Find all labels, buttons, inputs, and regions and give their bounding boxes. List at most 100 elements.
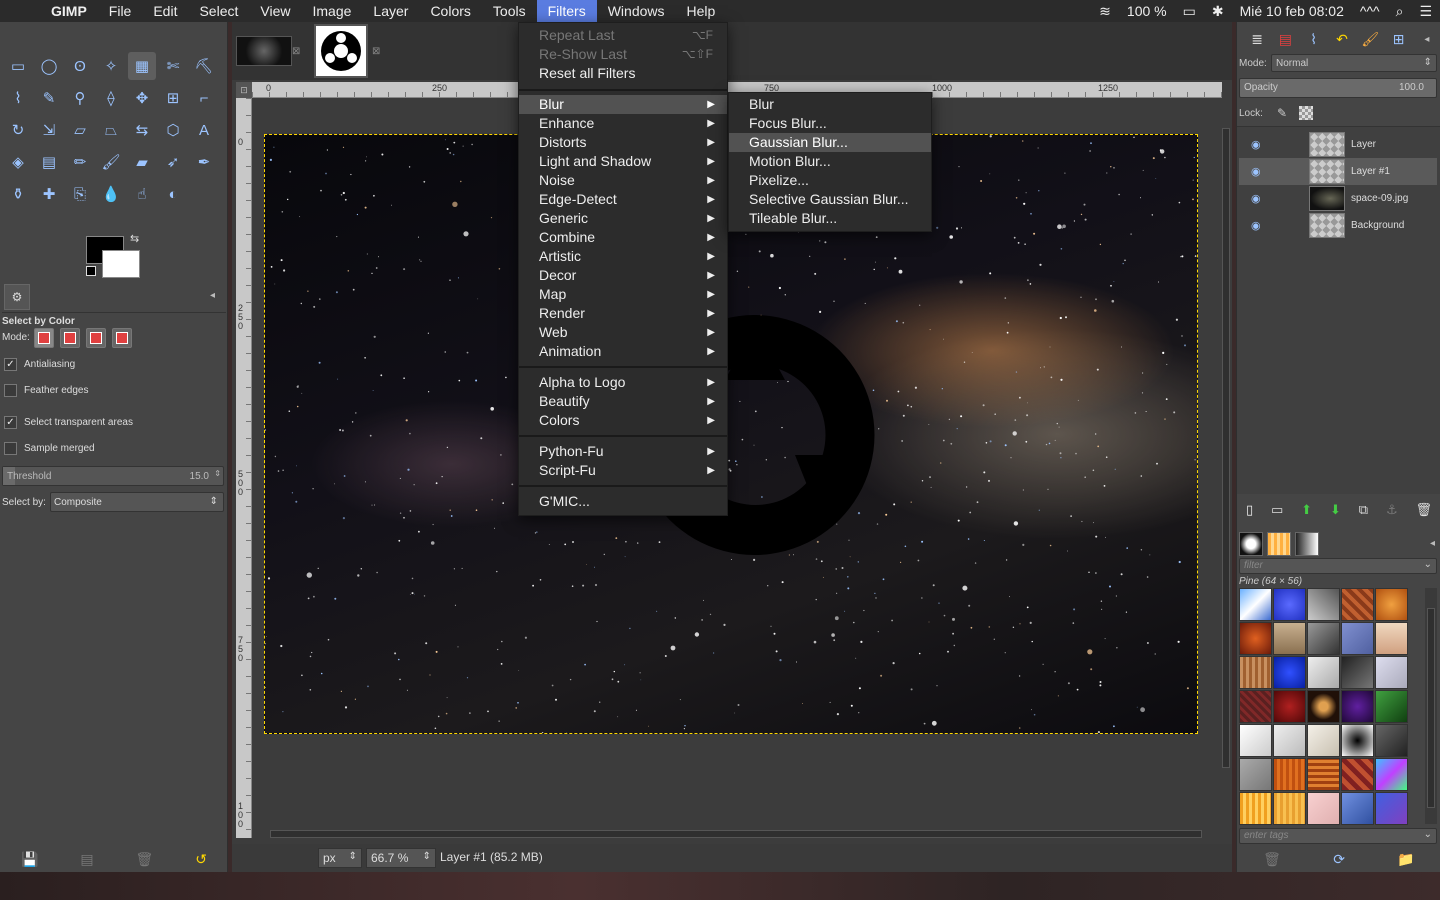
menu-file[interactable]: File [98, 0, 143, 22]
visibility-eye-icon[interactable]: ◉ [1251, 192, 1261, 205]
pattern-swatch[interactable] [1273, 588, 1306, 621]
vertical-scrollbar[interactable] [1220, 98, 1232, 838]
menu-item-blur[interactable]: Blur ▶ [519, 95, 727, 114]
menu-view[interactable]: View [249, 0, 301, 22]
menu-colors[interactable]: Colors [419, 0, 481, 22]
menu-item-combine[interactable]: Combine ▶ [519, 228, 727, 247]
raise-layer-icon[interactable]: ⬆ [1301, 502, 1312, 518]
select-transparent-checkbox[interactable]: ✓ [4, 416, 17, 429]
antialiasing-checkbox[interactable]: ✓ [4, 358, 17, 371]
pattern-swatch[interactable] [1239, 690, 1272, 723]
tags-input[interactable]: enter tags ⌄ [1239, 828, 1437, 844]
menu-item-python-fu[interactable]: Python-Fu ▶ [519, 442, 727, 461]
perspective-clone-icon[interactable]: ⎘ [66, 180, 94, 208]
close-tab-icon[interactable]: ⊠ [372, 46, 380, 57]
menu-item-tileable-blur[interactable]: Tileable Blur... [729, 209, 931, 228]
zoom-selector[interactable]: 66.7 % ⇕ [366, 848, 436, 868]
pattern-swatch[interactable] [1239, 792, 1272, 825]
menu-edit[interactable]: Edit [142, 0, 188, 22]
menu-item-script-fu[interactable]: Script-Fu ▶ [519, 461, 727, 480]
sample-merged-checkbox[interactable] [4, 442, 17, 455]
menu-item-colors[interactable]: Colors ▶ [519, 411, 727, 430]
menu-item-selective-gaussian-blur[interactable]: Selective Gaussian Blur... [729, 190, 931, 209]
open-folder-icon[interactable]: 📁 [1397, 851, 1414, 868]
scale-icon[interactable]: ⇲ [35, 116, 63, 144]
quick-mask-toggle-icon[interactable]: ⊡ [236, 82, 252, 98]
color-picker-icon[interactable]: ✎ [35, 84, 63, 112]
menu-item-gaussian-blur[interactable]: Gaussian Blur... [729, 133, 931, 152]
spotlight-icon[interactable]: ⌕ [1388, 3, 1412, 20]
pattern-swatch[interactable] [1239, 588, 1272, 621]
restore-options-icon[interactable]: ▤ [80, 851, 93, 868]
opacity-slider[interactable]: Opacity 100.0 [1239, 78, 1437, 98]
feather-edges-row[interactable]: Feather edges [4, 384, 89, 397]
pattern-swatch[interactable] [1273, 690, 1306, 723]
sample-merged-row[interactable]: Sample merged [4, 442, 95, 455]
menu-item-animation[interactable]: Animation ▶ [519, 342, 727, 361]
pattern-swatch[interactable] [1307, 792, 1340, 825]
blur-sharpen-icon[interactable]: 💧 [97, 180, 125, 208]
channels-tab-icon[interactable]: ▤ [1271, 31, 1299, 48]
notification-center-icon[interactable]: ☰ [1411, 3, 1440, 20]
menu-item-edge-detect[interactable]: Edge-Detect ▶ [519, 190, 727, 209]
threshold-spinner-icon[interactable]: ⇕ [214, 469, 221, 478]
pattern-swatch[interactable] [1307, 622, 1340, 655]
menu-item-blur-basic[interactable]: Blur [729, 95, 931, 114]
pattern-swatch[interactable] [1239, 724, 1272, 757]
shear-icon[interactable]: ▱ [66, 116, 94, 144]
swap-colors-icon[interactable]: ⇆ [130, 232, 139, 245]
pattern-swatch[interactable] [1375, 724, 1408, 757]
clock[interactable]: Mié 10 feb 08:02 [1232, 3, 1352, 19]
pattern-swatch[interactable] [1273, 724, 1306, 757]
dodge-burn-icon[interactable]: ◐ [159, 180, 187, 208]
pattern-swatch[interactable] [1273, 656, 1306, 689]
pattern-swatch[interactable] [1341, 758, 1374, 791]
pattern-swatch[interactable] [1307, 758, 1340, 791]
menu-item-distorts[interactable]: Distorts ▶ [519, 133, 727, 152]
brushes-tab-icon[interactable]: 🖌 [1356, 31, 1384, 48]
image-tab-space[interactable] [236, 36, 292, 66]
eraser-icon[interactable]: ▰ [128, 148, 156, 176]
select-transparent-row[interactable]: ✓ Select transparent areas [4, 416, 133, 429]
menu-item-motion-blur[interactable]: Motion Blur... [729, 152, 931, 171]
pattern-swatch[interactable] [1273, 792, 1306, 825]
menu-item-enhance[interactable]: Enhance ▶ [519, 114, 727, 133]
menu-item-gmic[interactable]: G'MIC... [519, 492, 727, 511]
menu-item-generic[interactable]: Generic ▶ [519, 209, 727, 228]
antialiasing-row[interactable]: ✓ Antialiasing [4, 358, 75, 371]
battery-percent[interactable]: 100 % [1119, 3, 1175, 19]
align-icon[interactable]: ⊞ [159, 84, 187, 112]
bluetooth-icon[interactable]: ✱ [1204, 3, 1232, 20]
smudge-icon[interactable]: ☝ [128, 180, 156, 208]
pattern-swatch[interactable] [1307, 656, 1340, 689]
tool-presets-tab-icon[interactable]: ⊞ [1384, 31, 1412, 48]
menu-item-light-and-shadow[interactable]: Light and Shadow ▶ [519, 152, 727, 171]
flip-icon[interactable]: ⇆ [128, 116, 156, 144]
battery-icon[interactable]: ▭ [1175, 3, 1204, 20]
menu-help[interactable]: Help [676, 0, 727, 22]
gradient-icon[interactable]: ▤ [35, 148, 63, 176]
brushes-tab[interactable] [1239, 532, 1263, 556]
paths-tab-icon[interactable]: ⌇ [1300, 31, 1328, 48]
image-tab-logo[interactable] [314, 24, 368, 78]
heal-icon[interactable]: ✚ [35, 180, 63, 208]
pattern-swatch[interactable] [1341, 656, 1374, 689]
menu-item-reshow-last[interactable]: Re-Show Last ⌥⇧F [519, 45, 727, 64]
pattern-filter-input[interactable]: filter ⌄ [1239, 558, 1437, 574]
mode-replace-button[interactable] [34, 328, 54, 348]
paths-icon[interactable]: ⌇ [4, 84, 32, 112]
feather-edges-checkbox[interactable] [4, 384, 17, 397]
ink-icon[interactable]: ✒ [190, 148, 218, 176]
select-by-color-icon[interactable]: ▦ [128, 52, 156, 80]
menu-item-web[interactable]: Web ▶ [519, 323, 727, 342]
patterns-tab[interactable] [1267, 532, 1291, 556]
visibility-eye-icon[interactable]: ◉ [1251, 138, 1261, 151]
rotate-icon[interactable]: ↻ [4, 116, 32, 144]
gradients-tab[interactable] [1295, 532, 1319, 556]
pattern-swatch[interactable] [1239, 758, 1272, 791]
default-colors-icon[interactable] [86, 266, 96, 276]
duplicate-layer-icon[interactable]: ⧉ [1359, 502, 1368, 518]
paintbrush-icon[interactable]: 🖌 [97, 148, 125, 176]
tab-menu-icon[interactable]: ◂ [1413, 34, 1440, 45]
bucket-fill-icon[interactable]: ◈ [4, 148, 32, 176]
